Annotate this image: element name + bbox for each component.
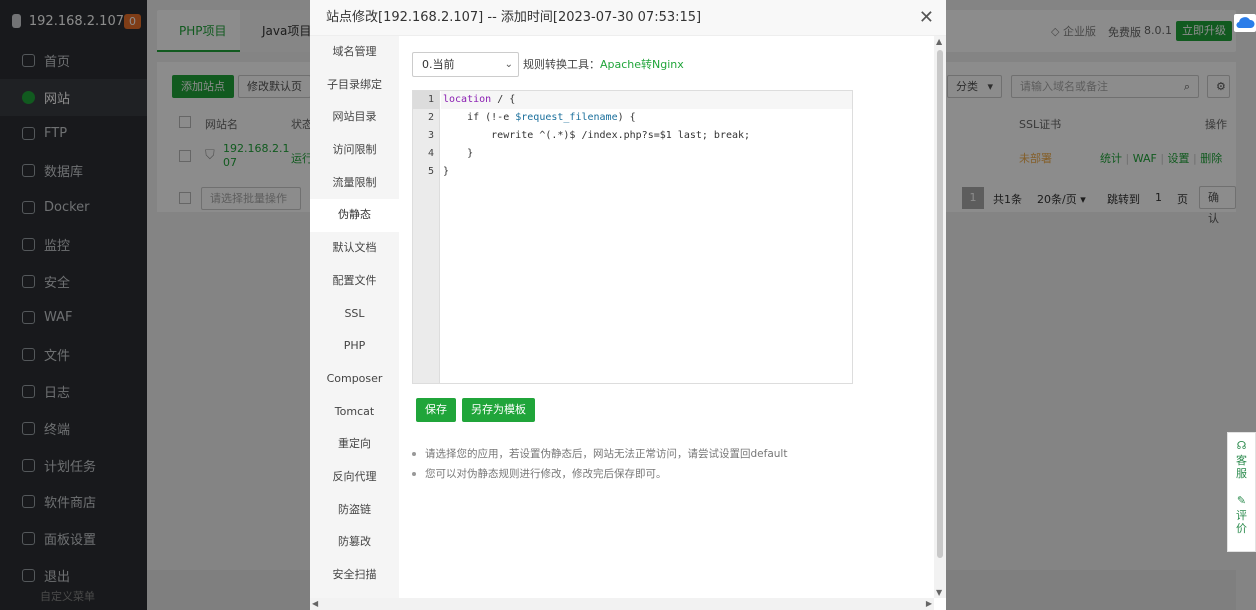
bullet-icon: [412, 452, 416, 456]
modal-menu-item[interactable]: Composer: [310, 363, 399, 396]
tips-list: 请选择您的应用，若设置伪静态后，网站无法正常访问，请尝试设置回default 您…: [412, 444, 787, 484]
code-token: }: [443, 148, 474, 159]
cloud-icon[interactable]: [1234, 14, 1256, 32]
modal-menu-item[interactable]: 重定向: [310, 428, 399, 461]
code-token: ) {: [617, 112, 636, 123]
bullet-icon: [412, 472, 416, 476]
modal-menu-item[interactable]: 流量限制: [310, 167, 399, 200]
horizontal-scrollbar[interactable]: ◀ ▶: [310, 598, 934, 610]
tip-text: 请选择您的应用，若设置伪静态后，网站无法正常访问，请尝试设置回default: [425, 448, 788, 460]
modal-menu-item[interactable]: PHP: [310, 330, 399, 363]
tip-item: 请选择您的应用，若设置伪静态后，网站无法正常访问，请尝试设置回default: [412, 444, 787, 464]
chevron-down-icon: ⌄: [504, 59, 513, 70]
modal-menu-item[interactable]: 网站目录: [310, 101, 399, 134]
save-button[interactable]: 保存: [416, 398, 456, 422]
rule-select-value: 0.当前: [422, 58, 455, 71]
modal-menu-item[interactable]: SSL: [310, 298, 399, 331]
modal-menu-item[interactable]: 防盗链: [310, 494, 399, 527]
modal-menu: 域名管理 子目录绑定 网站目录 访问限制 流量限制 伪静态 默认文档 配置文件 SSL PHP Co…: [310, 36, 399, 598]
code-editor[interactable]: 1 2 3 4 5 location / { if (!-e $request_file…: [412, 90, 853, 384]
modal-menu-item[interactable]: 默认文档: [310, 232, 399, 265]
line-number: 5: [427, 166, 434, 177]
code-token: }: [443, 166, 450, 177]
code-token: location: [443, 94, 492, 105]
apache-to-nginx-link[interactable]: Apache转Nginx: [600, 58, 684, 71]
scroll-down-icon[interactable]: ▼: [936, 588, 942, 597]
modal-menu-item[interactable]: 安全扫描: [310, 559, 399, 592]
scroll-left-icon[interactable]: ◀: [312, 599, 318, 608]
line-number: 3: [427, 130, 434, 141]
modal-menu-item[interactable]: 子目录绑定: [310, 69, 399, 102]
review-button[interactable]: 评价: [1236, 509, 1248, 535]
modal-menu-item[interactable]: 反向代理: [310, 461, 399, 494]
scroll-right-icon[interactable]: ▶: [926, 599, 932, 608]
line-number: 2: [427, 112, 434, 123]
rule-select[interactable]: 0.当前 ⌄: [412, 52, 519, 77]
scroll-thumb[interactable]: [937, 50, 943, 558]
edit-icon: ✎: [1236, 494, 1247, 507]
modal-menu-item[interactable]: 域名管理: [310, 36, 399, 69]
modal-title-text: 站点修改[192.168.2.107] -- 添加时间[2023-07-30 0…: [326, 10, 702, 25]
support-dock: ☊ 客服 ✎ 评价: [1227, 432, 1256, 552]
headset-icon: ☊: [1236, 439, 1247, 452]
code-line[interactable]: rewrite ^(.*)$ /index.php?s=$1 last; bre…: [441, 127, 852, 145]
code-line[interactable]: if (!-e $request_filename) {: [441, 109, 852, 127]
code-line[interactable]: location / {: [441, 91, 852, 109]
save-as-template-button[interactable]: 另存为模板: [462, 398, 535, 422]
tip-text: 您可以对伪静态规则进行修改，修改完后保存即可。: [425, 468, 667, 480]
vertical-scrollbar[interactable]: ▲ ▼: [934, 36, 946, 598]
code-line[interactable]: }: [441, 163, 852, 181]
converter-label: 规则转换工具：Apache转Nginx: [523, 56, 684, 72]
code-token: $request_filename: [515, 112, 618, 123]
rewrite-panel: 0.当前 ⌄ 规则转换工具：Apache转Nginx 1 2 3 4 5 locatio…: [399, 36, 934, 598]
line-number: 4: [427, 148, 434, 159]
modal-menu-item[interactable]: 访问限制: [310, 134, 399, 167]
scroll-up-icon[interactable]: ▲: [936, 37, 942, 46]
code-content[interactable]: location / { if (!-e $request_filename) …: [441, 91, 852, 181]
modal-menu-item[interactable]: 伪静态: [310, 199, 399, 233]
code-token: rewrite ^(.*)$ /index.php?s=$1 last; bre…: [443, 130, 751, 141]
modal-menu-item[interactable]: 防篡改: [310, 526, 399, 559]
code-token: if (!-e: [443, 112, 516, 123]
tip-item: 您可以对伪静态规则进行修改，修改完后保存即可。: [412, 464, 787, 484]
customer-service-button[interactable]: 客服: [1236, 454, 1248, 480]
code-line[interactable]: }: [441, 145, 852, 163]
modal-menu-item[interactable]: Tomcat: [310, 396, 399, 429]
modal-title: 站点修改[192.168.2.107] -- 添加时间[2023-07-30 0…: [310, 0, 946, 36]
close-icon[interactable]: ✕: [919, 0, 934, 36]
line-number: 1: [413, 91, 439, 109]
site-edit-modal: 站点修改[192.168.2.107] -- 添加时间[2023-07-30 0…: [310, 0, 946, 610]
line-number-gutter: 1 2 3 4 5: [413, 91, 440, 383]
converter-label-text: 规则转换工具：: [523, 58, 600, 71]
code-token: / {: [491, 94, 516, 105]
modal-menu-item[interactable]: 配置文件: [310, 265, 399, 298]
